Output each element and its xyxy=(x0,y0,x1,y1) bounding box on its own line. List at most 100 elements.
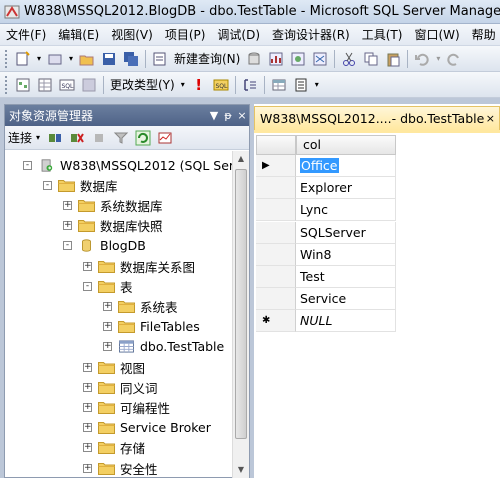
tree-node[interactable]: -表 xyxy=(83,276,133,296)
column-header-col[interactable]: col xyxy=(296,135,396,155)
grid-cell[interactable]: Explorer xyxy=(296,177,396,200)
tree-node[interactable]: + Service Broker xyxy=(83,418,211,438)
new-query-button[interactable]: 新建查询(N) xyxy=(171,50,243,67)
change-type-button[interactable]: 更改类型(Y) xyxy=(107,76,178,93)
database-query-icon[interactable] xyxy=(244,49,264,69)
collapse-icon[interactable]: - xyxy=(63,241,72,251)
ssms-app-icon[interactable] xyxy=(4,4,20,20)
activity-monitor-icon[interactable] xyxy=(155,128,175,148)
row-selector[interactable] xyxy=(256,221,296,244)
tree-node[interactable]: - 数据库 xyxy=(43,175,118,195)
close-icon[interactable]: × xyxy=(235,109,249,122)
tab-test-table[interactable]: W838\MSSQL2012....- dbo.TestTable × xyxy=(254,106,500,130)
grid-cell[interactable]: Win8 xyxy=(296,243,396,266)
row-selector[interactable] xyxy=(256,288,296,311)
paste-icon[interactable] xyxy=(383,49,403,69)
expand-icon[interactable]: + xyxy=(83,463,92,473)
new-project-icon[interactable] xyxy=(13,49,33,69)
copy-icon[interactable] xyxy=(361,49,381,69)
collapse-icon[interactable]: - xyxy=(83,281,92,291)
expand-icon[interactable]: + xyxy=(83,402,92,412)
tree-node[interactable]: + 系统表 xyxy=(103,296,178,316)
window-position-icon[interactable]: ▼ xyxy=(207,109,221,122)
disconnect-icon[interactable] xyxy=(67,128,87,148)
grid-cell[interactable]: SQLServer xyxy=(296,221,396,244)
grid-cell[interactable]: Service xyxy=(296,288,396,311)
expand-icon[interactable]: + xyxy=(103,342,112,352)
menu-item[interactable]: 窗口(W) xyxy=(408,24,465,45)
tree-node[interactable]: + dbo.TestTable xyxy=(103,337,224,357)
tree-node[interactable]: - BlogDB xyxy=(63,236,146,256)
menu-item[interactable]: 视图(V) xyxy=(105,24,159,45)
tree-node[interactable]: + FileTables xyxy=(103,317,200,337)
xmla-query-icon[interactable] xyxy=(310,49,330,69)
grid-cell[interactable]: Office xyxy=(296,155,396,177)
dropdown-arrow-icon[interactable]: ▾ xyxy=(179,75,187,95)
expand-icon[interactable]: + xyxy=(83,423,92,433)
menu-item[interactable]: 编辑(E) xyxy=(52,24,105,45)
menu-item[interactable]: 查询设计器(R) xyxy=(266,24,356,45)
filter-icon[interactable] xyxy=(111,128,131,148)
add-item-icon[interactable] xyxy=(45,49,65,69)
expand-icon[interactable]: + xyxy=(63,221,72,231)
expand-icon[interactable]: + xyxy=(63,200,72,210)
expand-icon[interactable]: + xyxy=(83,443,92,453)
dropdown-arrow-icon[interactable]: ▾ xyxy=(434,49,442,69)
tree-node[interactable]: + 存储 xyxy=(83,438,145,458)
new-query-icon[interactable] xyxy=(150,49,170,69)
verify-sql-icon[interactable]: SQL xyxy=(211,75,231,95)
redo-icon[interactable] xyxy=(444,49,464,69)
scroll-thumb[interactable] xyxy=(235,169,247,439)
analysis-query-icon[interactable] xyxy=(266,49,286,69)
row-selector[interactable] xyxy=(256,177,296,200)
collapse-icon[interactable]: - xyxy=(23,160,32,170)
close-tab-icon[interactable]: × xyxy=(486,112,495,125)
expand-icon[interactable]: + xyxy=(83,261,92,271)
add-derived-table-icon[interactable] xyxy=(291,75,311,95)
tree-node[interactable]: + 数据库快照 xyxy=(63,216,163,236)
tree-node[interactable]: + 同义词 xyxy=(83,377,158,397)
expand-icon[interactable]: + xyxy=(83,382,92,392)
row-selector[interactable] xyxy=(256,243,296,266)
tree-node[interactable]: + 视图 xyxy=(83,357,145,377)
grid-cell[interactable]: Test xyxy=(296,266,396,288)
pin-icon[interactable]: ᵽ xyxy=(221,109,235,122)
dropdown-arrow-icon[interactable]: ▾ xyxy=(313,75,321,95)
menu-item[interactable]: 文件(F) xyxy=(0,24,52,45)
tree-node[interactable]: - W838\MSSQL2012 (SQL Server xyxy=(23,155,233,175)
menu-item[interactable]: 调试(D) xyxy=(211,24,266,45)
row-selector[interactable]: ✱ xyxy=(256,310,296,333)
menu-item[interactable]: 工具(T) xyxy=(356,24,409,45)
dropdown-arrow-icon[interactable]: ▾ xyxy=(67,49,75,69)
new-row-cell[interactable]: NULL xyxy=(296,310,396,333)
menu-item[interactable]: 项目(P) xyxy=(159,24,212,45)
connect-button[interactable]: 连接 xyxy=(8,129,32,146)
tree-node[interactable]: + 可编程性 xyxy=(83,397,170,417)
add-table-icon[interactable] xyxy=(269,75,289,95)
scroll-up-icon[interactable]: ▲ xyxy=(233,151,249,167)
expand-icon[interactable]: + xyxy=(103,301,112,311)
tree-node[interactable]: + 系统数据库 xyxy=(63,195,163,215)
expand-icon[interactable]: + xyxy=(103,322,112,332)
dropdown-arrow-icon[interactable]: ▾ xyxy=(35,49,43,69)
tree-node[interactable]: + 安全性 xyxy=(83,458,158,478)
tree-scrollbar[interactable]: ▲ ▼ xyxy=(232,151,249,478)
tree-node[interactable]: + 数据库关系图 xyxy=(83,256,195,276)
collapse-icon[interactable]: - xyxy=(43,180,52,190)
mdx-query-icon[interactable] xyxy=(288,49,308,69)
expand-icon[interactable]: + xyxy=(83,362,92,372)
dropdown-arrow-icon[interactable]: ▾ xyxy=(33,128,43,148)
row-selector[interactable] xyxy=(256,266,296,288)
criteria-pane-icon[interactable] xyxy=(35,75,55,95)
toolbar-grip[interactable] xyxy=(5,75,9,94)
connect-icon[interactable] xyxy=(45,128,65,148)
grid-cell[interactable]: Lync xyxy=(296,199,396,222)
scroll-down-icon[interactable]: ▼ xyxy=(233,462,249,478)
grid-corner-header[interactable] xyxy=(256,135,296,155)
execute-sql-icon[interactable]: ! xyxy=(189,75,209,95)
open-file-icon[interactable] xyxy=(77,49,97,69)
refresh-icon[interactable] xyxy=(133,128,153,148)
sql-pane-icon[interactable]: SQL xyxy=(57,75,77,95)
save-all-icon[interactable] xyxy=(121,49,141,69)
menu-item[interactable]: 帮助 xyxy=(466,24,500,45)
